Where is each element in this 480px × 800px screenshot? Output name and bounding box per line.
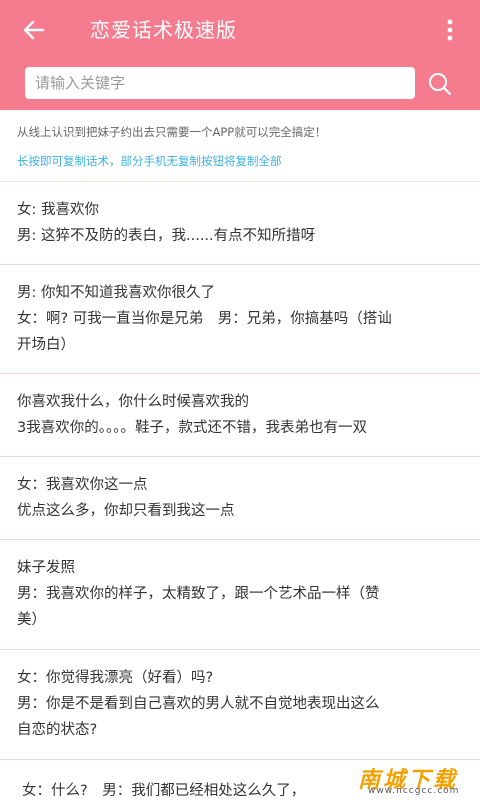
intro-text: 从线上认识到把妹子约出去只需要一个APP就可以完全搞定！: [17, 125, 327, 139]
phrase-line: 自恋的状态?: [17, 722, 98, 738]
intro-section: 从线上认识到把妹子约出去只需要一个APP就可以完全搞定！ 长按即可复制话术，部分…: [0, 110, 480, 182]
app-bar: 恋爱话术极速版: [0, 0, 480, 60]
phrase-line: 优点这么多，你却只看到我这一点: [17, 503, 235, 519]
list-item[interactable]: 男: 你知不知道我喜欢你很久了 女：啊? 可我一直当你是兄弟 男：兄弟，你搞基吗…: [0, 265, 480, 374]
phrase-line: 男：你是不是看到自己喜欢的男人就不自觉地表现出这么: [17, 696, 380, 712]
phrase-list: 女: 我喜欢你 男: 这猝不及防的表白，我......有点不知所措呀 男: 你知…: [0, 182, 480, 800]
phrase-line: 妹子发照: [17, 560, 75, 576]
list-item[interactable]: 女: 我喜欢你 男: 这猝不及防的表白，我......有点不知所措呀: [0, 182, 480, 265]
phrase-line: 开场白）: [17, 337, 75, 353]
phrase-line: 男: 你知不知道我喜欢你很久了: [17, 285, 215, 301]
phrase-line: 女：我喜欢你这一点: [17, 477, 148, 493]
page-title: 恋爱话术极速版: [90, 18, 237, 42]
site-watermark: 南城下载 www.nccgcc.com: [352, 760, 474, 798]
phrase-line: 美）: [17, 612, 46, 628]
phrase-line: 男：我喜欢你的样子，太精致了，跟一个艺术品一样（赞: [17, 586, 380, 602]
arrow-left-icon: [23, 20, 45, 40]
search-icon: [429, 73, 452, 96]
more-menu-button[interactable]: [438, 14, 462, 46]
list-item[interactable]: 女：你觉得我漂亮（好看）吗? 男：你是不是看到自己喜欢的男人就不自觉地表现出这么…: [0, 650, 480, 760]
copy-hint-text: 长按即可复制话术，部分手机无复制按钮将复制全部: [17, 154, 282, 168]
app-header: 恋爱话术极速版: [0, 0, 480, 110]
back-button[interactable]: [18, 14, 50, 46]
search-button[interactable]: [426, 70, 454, 98]
phrase-line: 3我喜欢你的。。。。鞋子，款式还不错，我表弟也有一双: [17, 420, 367, 436]
list-item[interactable]: 妹子发照 男：我喜欢你的样子，太精致了，跟一个艺术品一样（赞 美）: [0, 540, 480, 650]
more-vertical-icon: [447, 19, 453, 41]
list-item[interactable]: 你喜欢我什么，你什么时候喜欢我的 3我喜欢你的。。。。鞋子，款式还不错，我表弟也…: [0, 374, 480, 457]
phrase-line: 女：啊? 可我一直当你是兄弟 男：兄弟，你搞基吗（搭讪: [17, 311, 392, 327]
phrase-line: 你喜欢我什么，你什么时候喜欢我的: [17, 394, 249, 410]
list-item[interactable]: 女：我喜欢你这一点 优点这么多，你却只看到我这一点: [0, 457, 480, 540]
phrase-line: 女：你觉得我漂亮（好看）吗?: [17, 670, 214, 686]
phrase-line: 女: 我喜欢你: [17, 202, 99, 218]
search-input[interactable]: [25, 67, 415, 99]
phrase-line: 男: 这猝不及防的表白，我......有点不知所措呀: [17, 228, 316, 244]
watermark-url: www.nccgcc.com: [368, 786, 460, 796]
